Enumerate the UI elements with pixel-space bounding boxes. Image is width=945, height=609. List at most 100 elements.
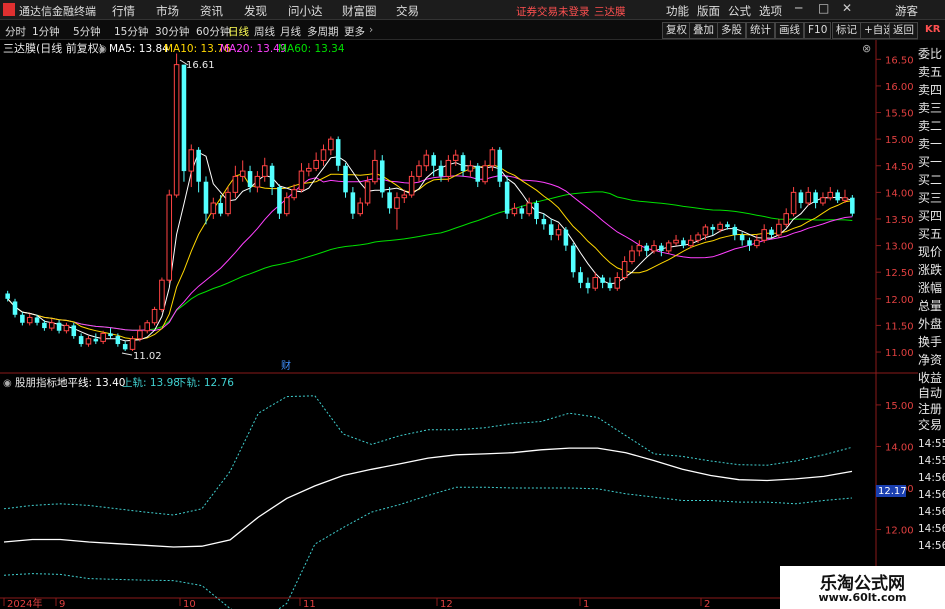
quote-field-label: 卖四 — [918, 83, 943, 97]
finance-event-marker[interactable]: 财 — [281, 359, 291, 372]
candle — [541, 213, 547, 230]
candle — [181, 64, 187, 182]
collapse-icon[interactable]: ⊗ — [862, 42, 871, 55]
multi-stock-button[interactable]: 多股 — [717, 22, 746, 39]
mark-button[interactable]: 标记 — [832, 22, 861, 39]
candle-body-up — [401, 194, 408, 199]
maximize-icon[interactable]: □ — [818, 1, 829, 15]
candle-body-up — [761, 229, 767, 241]
draw-button[interactable]: 画线 — [775, 22, 804, 39]
candle-body-up — [423, 154, 430, 167]
candle — [526, 197, 532, 217]
candle-body-down — [460, 155, 466, 172]
candle — [218, 195, 223, 217]
candle-body-down — [725, 224, 730, 227]
candle-body-up — [232, 175, 239, 193]
candle-body-up — [129, 338, 136, 350]
menu-gongshi[interactable]: 公式 — [728, 3, 751, 19]
app-title: 通达信金融终端 — [19, 5, 96, 18]
candle — [710, 224, 716, 235]
period-15min[interactable]: 15分钟 — [114, 24, 148, 39]
period-1min[interactable]: 1分钟 — [32, 24, 60, 39]
tick-time: 14:55 — [918, 455, 945, 467]
close-icon[interactable]: ✕ — [842, 1, 852, 15]
candle — [585, 277, 591, 294]
menu-banmian[interactable]: 版面 — [697, 3, 720, 19]
menubar: 通达信金融终端 行情 市场 资讯 发现 问小达 财富圈 交易 证券交易未登录 三… — [0, 0, 945, 20]
period-fenshi[interactable]: 分时 — [5, 24, 26, 39]
ma5-line — [7, 151, 853, 342]
tick-time: 14:55 — [918, 438, 945, 450]
candle-body-down — [497, 149, 503, 182]
date-tick-label: 12 — [440, 599, 453, 609]
minimize-icon[interactable]: ─ — [795, 1, 802, 15]
candle — [20, 312, 25, 326]
chart-settings-icon[interactable]: ◉ — [98, 44, 107, 55]
indicator-tick-label: 14.00 — [885, 442, 914, 453]
ma60-line — [7, 191, 853, 331]
candle-body-up — [63, 324, 70, 332]
candle-body-up — [445, 159, 452, 177]
candle — [71, 322, 77, 339]
period-monthly[interactable]: 月线 — [280, 24, 301, 39]
quote-action-label[interactable]: 注册 — [918, 402, 945, 418]
quote-action-label[interactable]: 自动 — [918, 386, 945, 402]
chart-area[interactable]: 三达膜(日线 前复权) ◉ MA5: 13.84 MA10: 13.76 MA2… — [0, 40, 918, 609]
candle — [607, 277, 613, 291]
stock-short-name: 三达膜 — [594, 6, 626, 18]
menu-hangqing[interactable]: 行情 — [112, 3, 135, 19]
menu-xuanxiang[interactable]: 选项 — [759, 3, 782, 19]
back-button[interactable]: 返回 — [889, 22, 918, 39]
period-daily[interactable]: 日线 — [228, 24, 249, 39]
period-60min[interactable]: 60分钟 — [196, 24, 230, 39]
candle — [776, 218, 782, 238]
menu-zixun[interactable]: 资讯 — [200, 3, 223, 19]
more-chevron-icon[interactable]: › — [369, 24, 373, 36]
stats-button[interactable]: 统计 — [746, 22, 775, 39]
guest-label[interactable]: 游客 — [895, 3, 918, 19]
candle — [687, 234, 694, 249]
price-tick-label: 16.00 — [885, 82, 914, 93]
candle — [159, 277, 165, 313]
menu-faxian[interactable]: 发现 — [244, 3, 267, 19]
period-weekly[interactable]: 周线 — [254, 24, 275, 39]
candle-body-up — [526, 202, 532, 215]
f10-button[interactable]: F10 — [804, 22, 832, 39]
period-30min[interactable]: 30分钟 — [155, 24, 189, 39]
adjust-button[interactable]: 复权 — [662, 22, 691, 39]
period-multi[interactable]: 多周期 — [307, 24, 339, 39]
tick-time: 14:56 — [918, 472, 945, 484]
quote-field-label: 总量 — [918, 299, 943, 313]
candle — [511, 203, 518, 217]
quote-lower-list: 自动 注册 交易 — [918, 386, 945, 434]
candle-body-down — [5, 293, 10, 299]
high-price-marker: 16.61 — [186, 60, 215, 71]
candle — [475, 163, 481, 188]
menu-wenxiaoda[interactable]: 问小达 — [288, 3, 323, 19]
candle — [93, 333, 99, 345]
menu-caifuquan[interactable]: 财富圈 — [342, 3, 377, 19]
overlay-button[interactable]: 叠加 — [689, 22, 718, 39]
candle-body-down — [475, 165, 481, 182]
menu-gongneng[interactable]: 功能 — [666, 3, 689, 19]
indicator-settings-icon[interactable]: ◉ — [3, 378, 12, 389]
menu-shichang[interactable]: 市场 — [156, 3, 179, 19]
candle — [12, 298, 18, 318]
quote-action-label[interactable]: 交易 — [918, 418, 945, 434]
date-tick-label: 1 — [583, 599, 589, 609]
menu-jiaoyi[interactable]: 交易 — [396, 3, 419, 19]
candle — [673, 234, 679, 246]
candle — [614, 272, 621, 291]
candle — [372, 149, 378, 185]
candle-body-down — [122, 344, 128, 350]
quote-field-label: 买三 — [918, 191, 943, 205]
price-tick-label: 13.00 — [885, 242, 914, 253]
candle-body-up — [48, 322, 55, 329]
period-5min[interactable]: 5分钟 — [73, 24, 101, 39]
period-more[interactable]: 更多 — [344, 24, 365, 39]
trade-login-notice[interactable]: 证券交易未登录 — [516, 4, 590, 19]
quote-field-label: 委比 — [918, 47, 943, 61]
price-tick-label: 14.50 — [885, 162, 914, 173]
candle — [563, 226, 569, 251]
candle-body-up — [695, 234, 701, 241]
